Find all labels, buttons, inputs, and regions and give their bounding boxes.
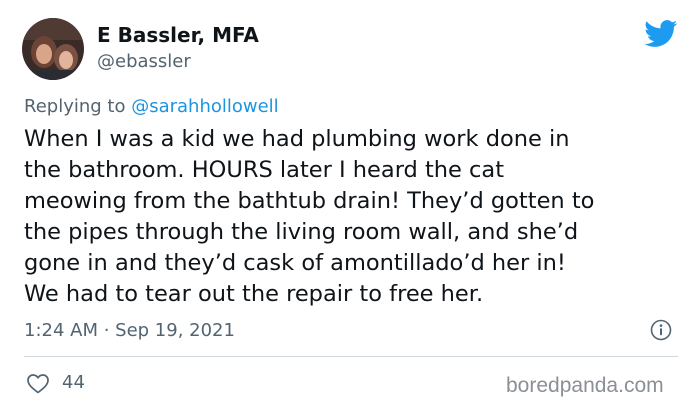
- heart-icon[interactable]: [26, 372, 50, 394]
- avatar-photo: [22, 18, 84, 80]
- tweet-text: When I was a kid we had plumbing work do…: [24, 124, 684, 310]
- tweet-text-line: When I was a kid we had plumbing work do…: [24, 126, 570, 152]
- tweet-text-line: the pipes through the living room wall, …: [24, 219, 579, 245]
- reply-to-handle-link[interactable]: @sarahhollowell: [131, 96, 278, 117]
- divider: [24, 356, 678, 357]
- tweet-card: E Bassler, MFA @ebassler Replying to @sa…: [0, 0, 700, 410]
- tweet-text-line: meowing from the bathtub drain! They’d g…: [24, 188, 595, 214]
- tweet-timestamp[interactable]: 1:24 AM · Sep 19, 2021: [24, 320, 235, 341]
- reply-prefix: Replying to: [24, 96, 132, 117]
- reply-context: Replying to @sarahhollowell: [24, 96, 279, 117]
- twitter-bird-icon[interactable]: [644, 20, 678, 48]
- info-icon[interactable]: [650, 319, 672, 341]
- author-handle[interactable]: @ebassler: [97, 51, 191, 72]
- like-count: 44: [62, 372, 85, 393]
- watermark: boredpanda.com: [506, 374, 664, 397]
- author-display-name[interactable]: E Bassler, MFA: [97, 23, 259, 47]
- avatar[interactable]: [22, 18, 84, 80]
- tweet-text-line: We had to tear out the repair to free he…: [24, 281, 484, 307]
- tweet-text-line: gone in and they’d cask of amontillado’d…: [24, 250, 566, 276]
- tweet-text-line: the bathroom. HOURS later I heard the ca…: [24, 157, 505, 183]
